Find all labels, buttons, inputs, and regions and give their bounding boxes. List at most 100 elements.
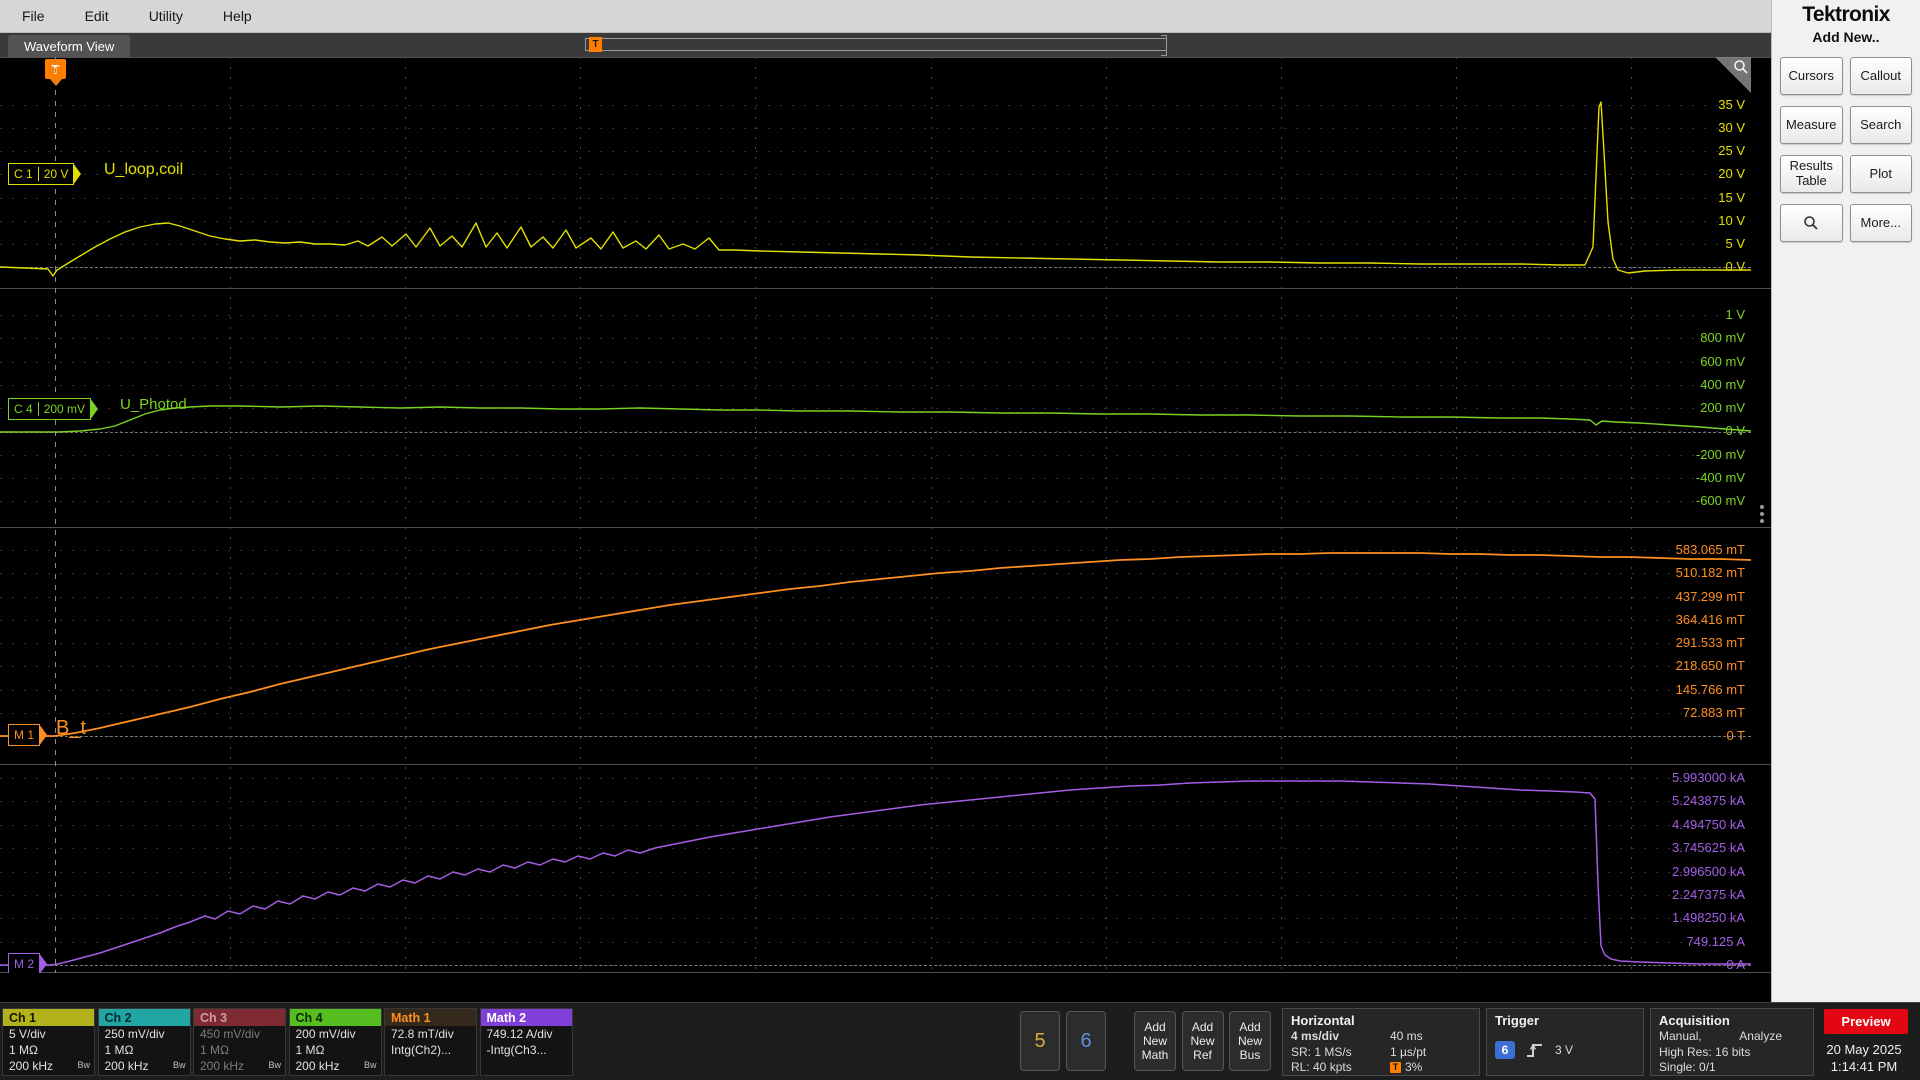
menu-item-help[interactable]: Help	[223, 8, 252, 24]
channel-badge-row: 250 mV/div	[104, 1027, 165, 1041]
tab-waveform-view[interactable]: Waveform View	[8, 35, 131, 57]
add-new-label: Add New..	[1812, 29, 1880, 45]
waveform-trace-2	[0, 405, 1751, 433]
channel-badge-row: 1 MΩ	[104, 1043, 134, 1057]
channel-badge-title: Ch 1	[3, 1009, 94, 1026]
acquisition-resolution: High Res: 16 bits	[1659, 1044, 1751, 1059]
scrollbar-track[interactable]	[585, 38, 1167, 51]
menu-item-edit[interactable]: Edit	[85, 8, 109, 24]
channel-handle-c4[interactable]: C 4 200 mV	[8, 398, 99, 420]
results-table-button[interactable]: Results Table	[1780, 155, 1843, 193]
waveform-trace-3	[0, 552, 1751, 737]
sample-interval: 1 µs/pt	[1390, 1044, 1427, 1059]
trigger-position-icon: T	[1390, 1062, 1401, 1074]
plot-area: T 0 s4 ms8 ms12 ms16 ms20 ms24 ms28 ms32…	[0, 57, 1771, 973]
trigger-position-percent: 3%	[1405, 1060, 1423, 1074]
sidebar-buttons: Cursors Callout Measure Search Results Table…	[1772, 45, 1920, 242]
channel-badge-title: Ch 4	[289, 1009, 381, 1026]
channel-handle-name: M 1	[14, 728, 35, 742]
channel-handle-m2[interactable]: M 2	[8, 953, 48, 973]
channel-badge-row: 200 mV/div	[295, 1027, 356, 1041]
badge-arrow-icon	[90, 398, 99, 420]
date-label: 20 May 2025	[1826, 1042, 1902, 1057]
channel-badge-row: 200 kHz Bw	[295, 1059, 377, 1073]
zoom-button[interactable]	[1780, 204, 1843, 242]
horizontal-panel[interactable]: Horizontal 4 ms/div 40 ms SR: 1 MS/s 1 µ…	[1282, 1008, 1480, 1076]
slice-3: 583.065 mT 510.182 mT 437.299 mT 364.416 mT…	[0, 527, 1751, 764]
menu-item-utility[interactable]: Utility	[149, 8, 183, 24]
tektronix-logo: Tektronix	[1802, 3, 1890, 26]
channel-badge-row: 72.8 mT/div	[391, 1027, 454, 1041]
channel-badge-row: 200 kHz Bw	[104, 1059, 186, 1073]
slice-4: 5.993000 kA 5.243875 kA 4.494750 kA 3.74562…	[0, 764, 1751, 973]
channel-badge-math1[interactable]: Math 1 72.8 mT/div Intg(Ch2)...	[384, 1008, 477, 1076]
bottom-bar: Horizontal 4 ms/div 40 ms SR: 1 MS/s 1 µ…	[0, 1002, 1920, 1080]
bandwidth-icon: Bw	[363, 1060, 377, 1070]
time-label: 1:14:41 PM	[1830, 1059, 1898, 1074]
datetime: 20 May 2025 1:14:41 PM	[1812, 1041, 1916, 1075]
more-button[interactable]: More...	[1849, 204, 1912, 242]
channel-badge-ch2[interactable]: Ch 2 250 mV/div 1 MΩ 200 kHz Bw	[97, 1008, 191, 1076]
horizontal-scale: 4 ms/div	[1291, 1029, 1340, 1043]
acquisition-panel[interactable]: Acquisition Manual, Analyze High Res: 16…	[1650, 1008, 1814, 1076]
waveform-trace-1	[0, 101, 1751, 277]
tab-strip: Waveform View T	[0, 33, 1771, 57]
channel-badge-row: Intg(Ch2)...	[391, 1043, 452, 1057]
channel-handle-name: C 1	[14, 167, 33, 181]
channel-6-button[interactable]: 6	[1066, 1011, 1106, 1071]
channel-badge-row: 1 MΩ	[295, 1043, 325, 1057]
slice-2: 1 V 800 mV 600 mV 400 mV 200 mV 0 V -200 mV -40…	[0, 288, 1751, 527]
channel-badge-row: 200 kHz Bw	[9, 1059, 90, 1073]
sample-rate: SR: 1 MS/s	[1291, 1044, 1352, 1059]
channel-badge-row: -Intg(Ch3...	[486, 1043, 547, 1057]
add-new-math-button[interactable]: Add New Math	[1134, 1011, 1176, 1071]
add-new-bus-button[interactable]: Add New Bus	[1229, 1011, 1271, 1071]
channel-badge-ch3[interactable]: Ch 3 450 mV/div 1 MΩ 200 kHz Bw	[193, 1008, 286, 1076]
channel-badge-title: Math 1	[385, 1009, 476, 1026]
channel-handle-c1[interactable]: C 1 20 V	[8, 163, 82, 185]
scrollbar-end-cap-icon	[1161, 35, 1167, 56]
measure-button[interactable]: Measure	[1780, 106, 1843, 144]
slice-1: 35 V 30 V 25 V 20 V 15 V 10 V5 V0 VC 1 20 V U_l…	[0, 57, 1751, 288]
add-new-ref-button[interactable]: Add New Ref	[1181, 1011, 1224, 1071]
trace-label: U_Photod	[120, 396, 187, 413]
trigger-level: 3 V	[1555, 1043, 1574, 1057]
callout-button[interactable]: Callout	[1849, 57, 1912, 95]
search-button[interactable]: Search	[1849, 106, 1912, 144]
bandwidth-icon: Bw	[268, 1060, 281, 1070]
trigger-title: Trigger	[1495, 1013, 1540, 1028]
panel-drag-handle[interactable]	[1757, 502, 1767, 532]
channel-badge-title: Math 2	[480, 1009, 572, 1026]
channel-handle-scale: 20 V	[37, 167, 74, 181]
channel-handle-m1[interactable]: M 1	[8, 724, 48, 746]
acquisition-mode: Manual,	[1659, 1029, 1702, 1043]
channel-badge-title: Ch 2	[98, 1009, 190, 1026]
channel-badge-row: 5 V/div	[9, 1027, 46, 1041]
trace-label: B_t	[56, 717, 87, 739]
preview-button[interactable]: Preview	[1824, 1009, 1908, 1034]
cursors-button[interactable]: Cursors	[1780, 57, 1843, 95]
rising-edge-icon	[1527, 1043, 1542, 1057]
record-length: RL: 40 kpts	[1291, 1060, 1352, 1074]
acquisition-title: Acquisition	[1659, 1013, 1730, 1028]
menubar: File Edit Utility Help	[0, 0, 1771, 33]
channel-badge-row: 200 kHz Bw	[200, 1059, 281, 1073]
channel-badge-ch1[interactable]: Ch 15 V/div 1 MΩ 200 kHz Bw	[2, 1008, 95, 1076]
menu-item-file[interactable]: File	[22, 8, 45, 24]
channel-badge-row: 1 MΩ	[9, 1043, 38, 1057]
channel-handle-name: M 2	[14, 957, 35, 971]
plot-button[interactable]: Plot	[1849, 155, 1912, 193]
channel-badge-row: 1 MΩ	[200, 1043, 229, 1057]
waveform-view: Waveform View T T 0 s4 ms8 ms12 ms16 ms2…	[0, 33, 1771, 1002]
acquisition-single: Single: 0/1	[1659, 1060, 1716, 1074]
trigger-position-icon[interactable]: T	[589, 37, 602, 52]
channel-badge-ch4[interactable]: Ch 4 200 mV/div 1 MΩ 200 kHz Bw	[288, 1008, 382, 1076]
horizontal-scrollbar[interactable]: T	[585, 35, 1167, 56]
channel-5-button[interactable]: 5	[1020, 1011, 1060, 1071]
waveform-trace-4	[0, 780, 1751, 966]
channel-badge-math2[interactable]: Math 2 749.12 A/div -Intg(Ch3...	[479, 1008, 573, 1076]
badge-arrow-icon	[39, 724, 48, 746]
trigger-source-badge[interactable]: 6	[1495, 1041, 1515, 1059]
magnifier-icon	[1804, 216, 1818, 230]
trigger-panel[interactable]: Trigger 6 3 V	[1486, 1008, 1644, 1076]
